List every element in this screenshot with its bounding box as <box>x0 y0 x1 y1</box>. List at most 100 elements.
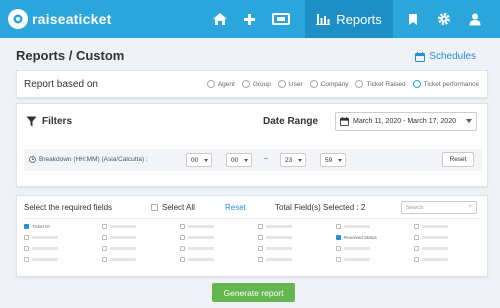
chevron-down-icon <box>466 119 472 123</box>
radio-label: Agent <box>217 80 235 88</box>
add-icon[interactable] <box>239 9 259 29</box>
field-checkbox-item[interactable] <box>336 246 370 251</box>
checkbox-box <box>414 257 419 262</box>
user-icon[interactable] <box>465 9 485 29</box>
filters-panel: Filters Date Range March 11, 2020 - Marc… <box>16 103 488 187</box>
fields-header: Select the required fields Select All Re… <box>17 196 487 218</box>
checkbox-box <box>258 257 263 262</box>
from-minute-select[interactable]: 00 <box>226 153 252 167</box>
field-checkbox-item[interactable] <box>102 235 136 240</box>
field-label-placeholder <box>188 247 214 250</box>
close-icon[interactable]: × <box>468 204 472 210</box>
field-checkbox-item[interactable] <box>336 257 370 262</box>
radio-company[interactable]: Company <box>309 80 348 88</box>
radio-label: User <box>288 80 303 88</box>
field-checkbox-item[interactable]: Ticket ID <box>24 224 50 229</box>
field-label-placeholder <box>32 247 58 250</box>
to-minute-select[interactable]: 59 <box>320 153 346 167</box>
field-checkbox-item[interactable] <box>258 246 292 251</box>
field-checkbox-item[interactable] <box>180 246 214 251</box>
field-checkbox-item[interactable] <box>102 257 136 262</box>
field-checkbox-item[interactable] <box>414 235 448 240</box>
logo-icon <box>8 9 28 29</box>
field-checkbox-item[interactable] <box>258 235 292 240</box>
field-checkbox-item[interactable] <box>414 224 448 229</box>
clock-icon <box>29 156 36 163</box>
fields-panel: Select the required fields Select All Re… <box>16 195 488 277</box>
field-checkbox-item[interactable] <box>180 224 214 229</box>
divider <box>24 218 480 219</box>
field-label-placeholder <box>422 225 448 228</box>
fields-reset-link[interactable]: Reset <box>225 203 246 212</box>
chevron-down-icon <box>204 159 208 162</box>
to-hour-value: 23 <box>285 156 293 164</box>
radio-ticket-raised[interactable]: Ticket Raised <box>355 80 406 88</box>
home-icon[interactable] <box>210 9 230 29</box>
field-checkbox-item[interactable] <box>258 257 292 262</box>
breakdown-reset-button[interactable]: Reset <box>442 152 474 167</box>
radio-label: Ticket Raised <box>366 80 406 88</box>
chevron-down-icon <box>298 159 302 162</box>
page-title: Reports / Custom <box>16 48 125 63</box>
fields-label: Select the required fields <box>24 203 113 212</box>
checkbox-box <box>258 224 263 229</box>
field-checkbox-item[interactable] <box>414 246 448 251</box>
fields-search-input[interactable]: Search × <box>401 201 477 214</box>
breakdown-heading: Breakdown (HH:MM) (Asia/Calcutta) : <box>29 156 148 163</box>
radio-user[interactable]: User <box>277 80 303 88</box>
radio-ticket-performance[interactable]: Ticket performance <box>412 80 479 88</box>
select-all-label: Select All <box>162 203 195 212</box>
checkbox-box <box>414 246 419 251</box>
field-label-placeholder <box>422 236 448 239</box>
from-hour-select[interactable]: 00 <box>186 153 212 167</box>
brand-logo[interactable]: raiseaticket <box>8 9 111 29</box>
radio-circle <box>355 80 364 88</box>
top-navbar: raiseaticket Reports <box>0 0 500 38</box>
brand-name: raiseaticket <box>32 11 112 27</box>
search-placeholder: Search <box>406 204 424 211</box>
date-range-value: March 11, 2020 - March 17, 2020 <box>353 118 456 125</box>
checkbox-box <box>414 224 419 229</box>
select-all-checkbox[interactable]: Select All <box>151 203 195 212</box>
checkbox-box <box>24 224 29 229</box>
report-type-radio-group: Agent Group User Company Ticket Raised T… <box>200 80 479 88</box>
calendar-icon <box>340 117 349 126</box>
to-hour-select[interactable]: 23 <box>280 153 306 167</box>
field-label-placeholder <box>344 247 370 250</box>
field-checkbox-item[interactable] <box>258 224 292 229</box>
chart-icon <box>316 14 331 25</box>
generate-report-button[interactable]: Generate report <box>212 283 295 302</box>
radio-circle <box>241 80 250 88</box>
radio-group[interactable]: Group <box>241 80 271 88</box>
field-label-placeholder <box>110 225 136 228</box>
schedules-link[interactable]: Schedules <box>415 51 476 62</box>
field-checkbox-item[interactable]: Resolved Status <box>336 235 377 240</box>
date-range-picker[interactable]: March 11, 2020 - March 17, 2020 <box>335 112 477 131</box>
nav-reports-label: Reports <box>336 11 382 27</box>
ticket-icon[interactable] <box>271 9 291 29</box>
filters-heading: Filters <box>26 116 72 127</box>
gear-icon[interactable] <box>434 9 454 29</box>
field-label: Resolved Status <box>344 235 377 240</box>
field-label-placeholder <box>266 258 292 261</box>
nav-reports-tab[interactable]: Reports <box>305 0 393 38</box>
field-checkbox-item[interactable] <box>180 257 214 262</box>
field-checkbox-item[interactable] <box>102 246 136 251</box>
field-checkbox-item[interactable] <box>414 257 448 262</box>
field-checkbox-item[interactable] <box>24 235 58 240</box>
report-based-on-label: Report based on <box>24 79 98 90</box>
checkbox-box <box>336 257 341 262</box>
checkbox-box <box>258 235 263 240</box>
field-checkbox-item[interactable] <box>180 235 214 240</box>
field-checkbox-item[interactable] <box>24 246 58 251</box>
bookmark-icon[interactable] <box>403 9 423 29</box>
radio-agent[interactable]: Agent <box>206 80 235 88</box>
radio-circle <box>277 80 286 88</box>
radio-label: Ticket performance <box>423 80 479 88</box>
field-checkbox-item[interactable] <box>102 224 136 229</box>
field-checkbox-item[interactable] <box>24 257 58 262</box>
to-minute-value: 59 <box>325 156 333 164</box>
field-checkbox-item[interactable] <box>336 224 370 229</box>
checkbox-box <box>336 235 341 240</box>
checkbox-box <box>336 246 341 251</box>
